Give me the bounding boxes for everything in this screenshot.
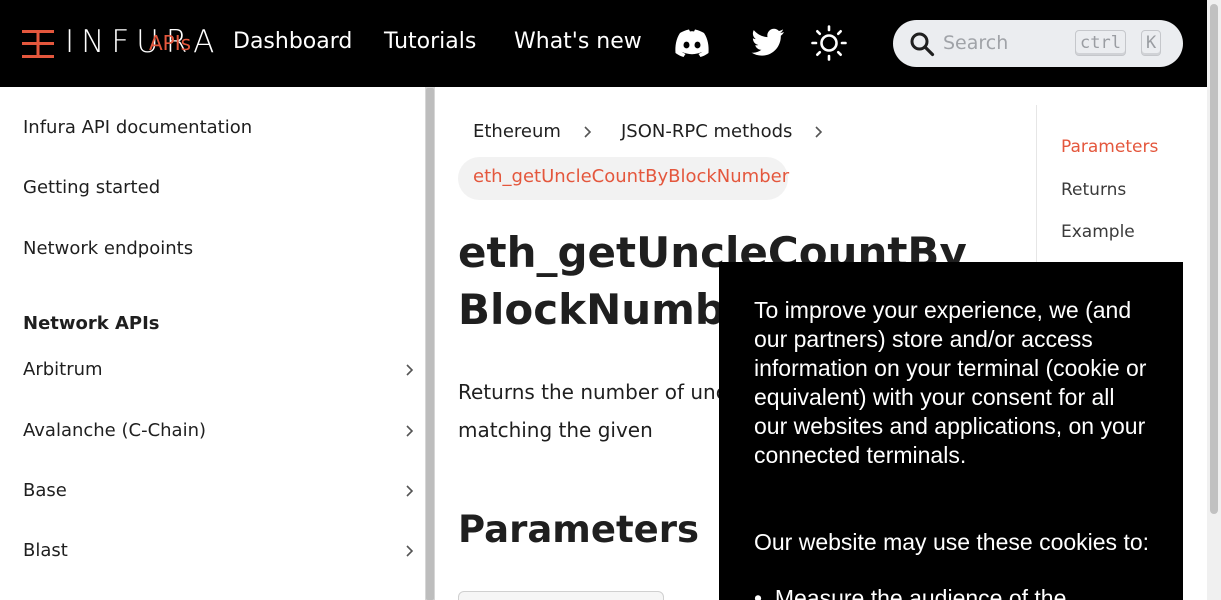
twitter-icon[interactable] — [749, 26, 787, 60]
breadcrumb-chevron-icon — [584, 126, 592, 138]
logo-text: INFURA — [65, 24, 222, 60]
sidebar-item-infura-api-docs[interactable]: Infura API documentation — [23, 117, 252, 138]
shortcut-key-k: K — [1141, 30, 1162, 56]
shortcut-key-ctrl: ctrl — [1075, 30, 1126, 56]
search-box[interactable]: ctrl K — [893, 20, 1183, 67]
sidebar-scrollbar-thumb[interactable] — [426, 88, 434, 600]
nav-dashboard-link[interactable]: Dashboard — [233, 29, 352, 54]
cookie-consent-text: To improve your experience, we (and our … — [754, 297, 1147, 468]
chevron-right-icon[interactable] — [403, 363, 417, 377]
sidebar — [0, 87, 425, 600]
search-icon — [910, 32, 935, 57]
chevron-right-icon[interactable] — [403, 484, 417, 498]
sidebar-item-base[interactable]: Base — [23, 480, 67, 501]
sidebar-item-getting-started[interactable]: Getting started — [23, 177, 160, 198]
toc-item-example[interactable]: Example — [1061, 222, 1135, 242]
parameters-heading: Parameters — [458, 508, 700, 551]
page-scrollbar-thumb[interactable] — [1210, 4, 1218, 514]
breadcrumb-current: eth_getUncleCountByBlockNumber — [473, 166, 790, 187]
nav-tutorials-link[interactable]: Tutorials — [384, 29, 476, 54]
cookie-usage-bullet-text: Measure the audience of the — [774, 585, 1067, 600]
sidebar-item-avalanche[interactable]: Avalanche (C-Chain) — [23, 420, 206, 441]
parameter-code-snippet — [458, 591, 664, 600]
chevron-right-icon[interactable] — [403, 544, 417, 558]
infura-logo-icon — [22, 30, 54, 58]
sidebar-section-title: Network APIs — [23, 313, 160, 334]
toc-item-returns[interactable]: Returns — [1061, 180, 1126, 200]
theme-toggle-sun-icon[interactable] — [811, 25, 847, 61]
breadcrumb-json-rpc-methods[interactable]: JSON-RPC methods — [621, 121, 792, 142]
discord-icon[interactable] — [673, 26, 711, 60]
breadcrumb-ethereum[interactable]: Ethereum — [473, 121, 561, 142]
sidebar-item-blast[interactable]: Blast — [23, 540, 68, 561]
cookie-usage-bullet: • Measure the audience of the — [754, 584, 1154, 600]
sidebar-item-network-endpoints[interactable]: Network endpoints — [23, 238, 193, 259]
cookie-consent-banner: To improve your experience, we (and our … — [719, 262, 1183, 600]
nav-whats-new-link[interactable]: What's new — [514, 29, 642, 54]
top-navbar: INFURA APIs Dashboard Tutorials What's n… — [0, 0, 1207, 87]
chevron-right-icon[interactable] — [403, 424, 417, 438]
cookie-usage-heading: Our website may use these cookies to: — [754, 529, 1150, 555]
sidebar-item-arbitrum[interactable]: Arbitrum — [23, 359, 103, 380]
nav-apis-link[interactable]: APIs — [149, 31, 191, 55]
search-input[interactable] — [943, 29, 1063, 57]
toc-item-parameters[interactable]: Parameters — [1061, 137, 1158, 157]
breadcrumb-chevron-icon — [815, 126, 823, 138]
